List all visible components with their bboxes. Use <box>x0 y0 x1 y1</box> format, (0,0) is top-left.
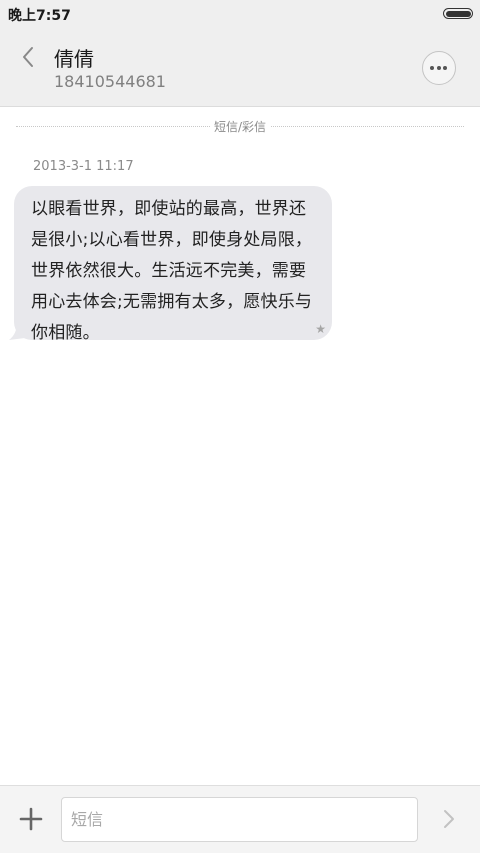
sms-conversation-screen: 晚上7:57 倩倩 18410544681 短信/彩信 2013-3-1 11:… <box>0 0 480 853</box>
star-icon: ★ <box>315 322 326 336</box>
message-text: 以眼看世界，即使站的最高，世界还是很小;以心看世界，即使身处局限，世界依然很大。… <box>31 199 313 343</box>
message-timestamp: 2013-3-1 11:17 <box>33 159 134 174</box>
status-bar: 晚上7:57 <box>0 0 480 28</box>
plus-icon <box>19 807 43 831</box>
conversation-header: 倩倩 18410544681 <box>0 28 480 107</box>
message-input-bar <box>0 785 480 853</box>
contact-name: 倩倩 <box>54 47 94 71</box>
chevron-right-icon <box>444 810 454 828</box>
battery-level <box>445 10 471 17</box>
send-button[interactable] <box>436 806 462 832</box>
add-attachment-button[interactable] <box>18 806 44 832</box>
back-button[interactable] <box>14 42 44 72</box>
channel-divider: 短信/彩信 <box>16 118 464 136</box>
sms-input[interactable] <box>61 797 418 842</box>
contact-number: 18410544681 <box>54 72 166 91</box>
status-time: 晚上7:57 <box>8 8 71 24</box>
battery-icon <box>443 8 473 19</box>
channel-label: 短信/彩信 <box>209 120 271 134</box>
chevron-left-icon <box>23 47 33 67</box>
message-bubble[interactable]: 以眼看世界，即使站的最高，世界还是很小;以心看世界，即使身处局限，世界依然很大。… <box>14 186 332 343</box>
more-options-button[interactable] <box>422 51 456 85</box>
